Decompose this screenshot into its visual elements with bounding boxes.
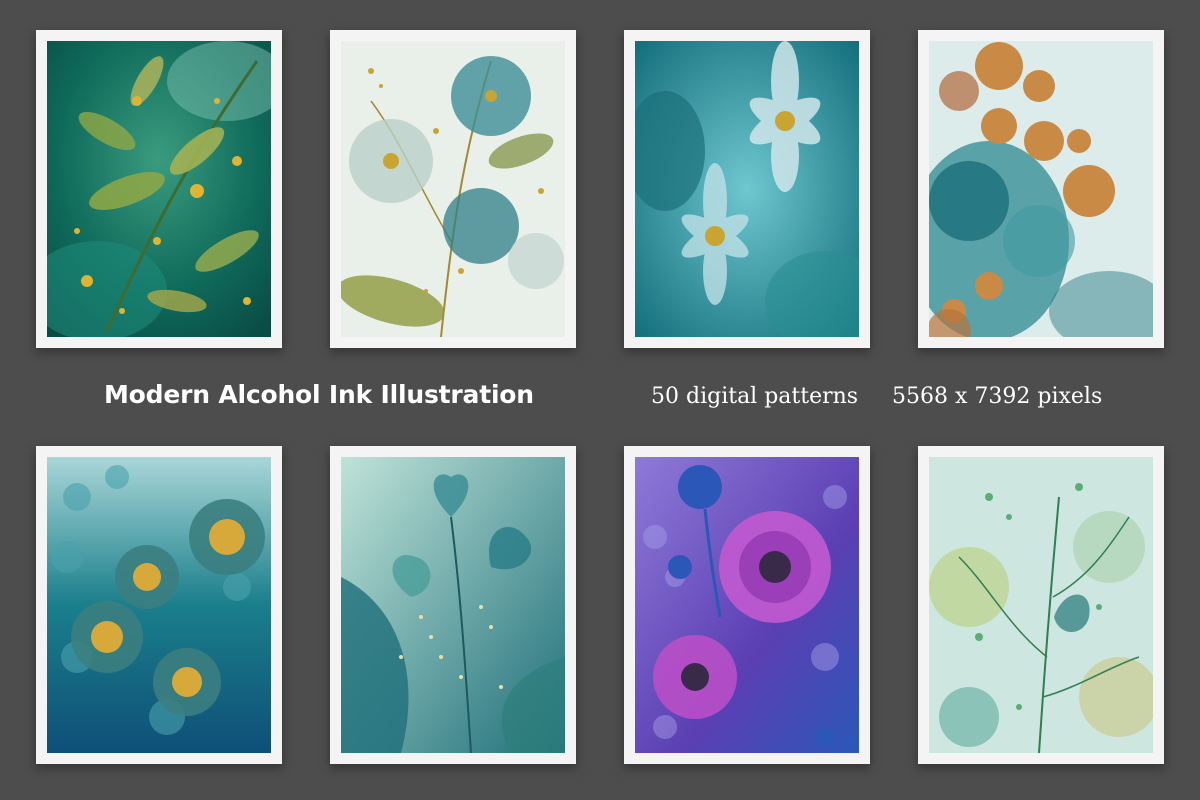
art-teal-ginkgo-leaves [341, 457, 565, 753]
art-frame-1[interactable] [36, 30, 282, 348]
pattern-count: 50 digital patterns [651, 384, 859, 409]
art-frame-2[interactable] [330, 30, 576, 348]
art-frame-7[interactable] [624, 446, 870, 764]
pixel-size: 5568 x 7392 pixels [892, 384, 1103, 409]
art-green-botanical-branches [929, 457, 1153, 753]
art-purple-blue-flowers [635, 457, 859, 753]
art-green-leaves-gold-dots [47, 41, 271, 337]
art-turquoise-bloom [635, 41, 859, 337]
art-teal-flowers-gold-branches [341, 41, 565, 337]
collection-title: Modern Alcohol Ink Illustration [104, 380, 534, 409]
art-frame-4[interactable] [918, 30, 1164, 348]
art-copper-gold-circles [929, 41, 1153, 337]
art-frame-6[interactable] [330, 446, 576, 764]
art-frame-5[interactable] [36, 446, 282, 764]
art-frame-8[interactable] [918, 446, 1164, 764]
art-teal-gold-flowers [47, 457, 271, 753]
art-frame-3[interactable] [624, 30, 870, 348]
